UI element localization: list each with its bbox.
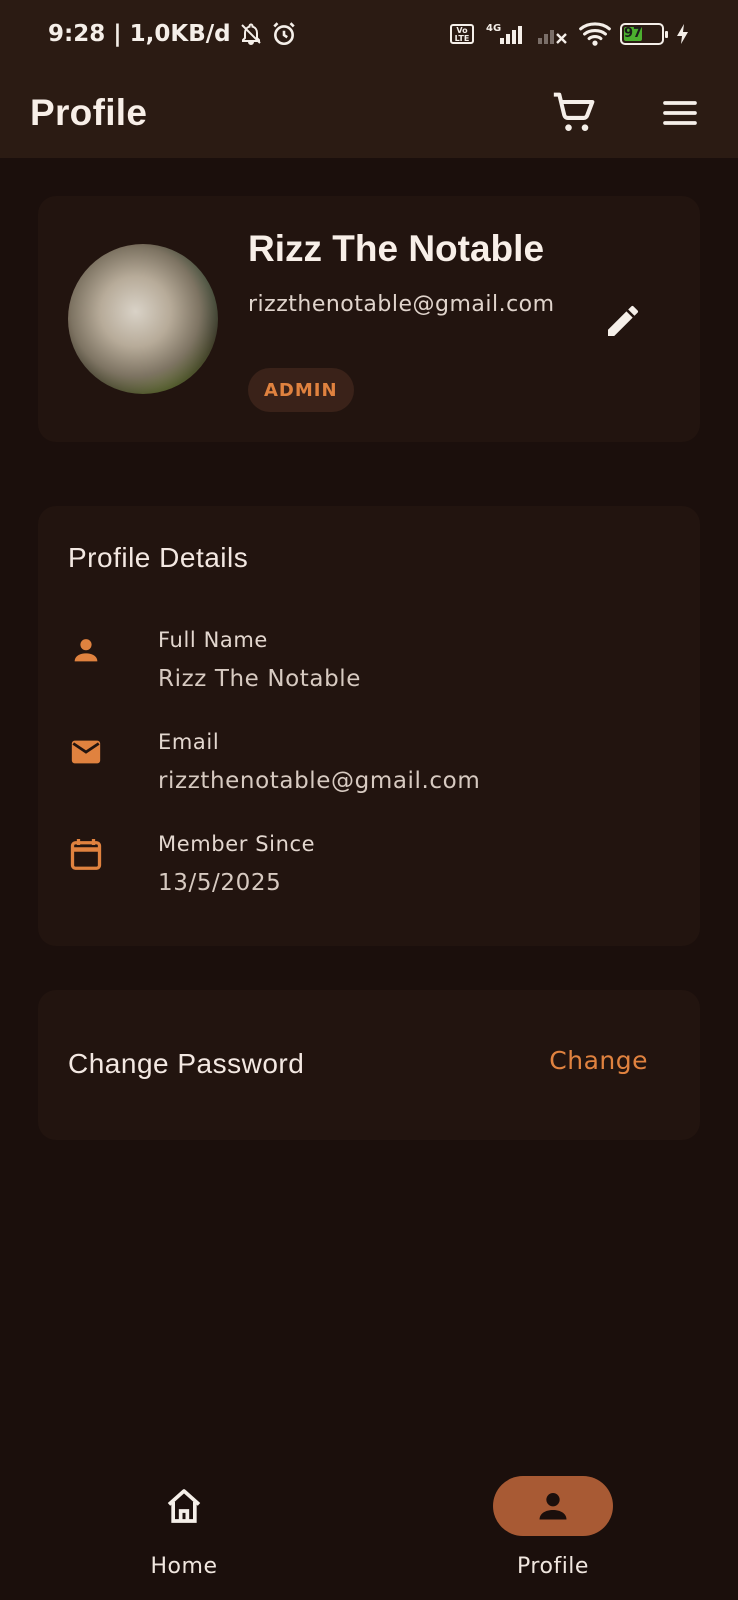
change-password-button[interactable]: Change (549, 1046, 648, 1075)
signal-off-icon (536, 22, 570, 46)
detail-label: Member Since (158, 832, 316, 856)
battery-level: 97 (624, 26, 643, 41)
battery-icon: 97 (620, 23, 668, 45)
network-label: 4G (486, 23, 501, 34)
volte-icon: Vo LTE (450, 24, 474, 44)
mail-icon (68, 734, 104, 770)
alarm-icon (271, 21, 297, 47)
person-icon (68, 632, 104, 668)
profile-name: Rizz The Notable (248, 228, 545, 269)
change-password-card: Change Password Change (38, 990, 700, 1140)
charging-icon (676, 23, 690, 45)
signal-icon: 4G (482, 22, 528, 46)
pencil-icon (608, 306, 638, 336)
detail-value: 13/5/2025 (158, 870, 282, 896)
cart-icon (553, 92, 595, 131)
detail-value: Rizz The Notable (158, 666, 362, 692)
bell-off-icon (239, 22, 263, 46)
section-title: Profile Details (68, 542, 249, 573)
bottom-nav: Home Profile (0, 1450, 738, 1600)
detail-label: Email (158, 730, 220, 754)
home-icon (167, 1489, 201, 1523)
nav-item-home[interactable]: Home (84, 1476, 284, 1586)
profile-card: Rizz The Notable rizzthenotable@gmail.co… (38, 196, 700, 442)
nav-item-profile[interactable]: Profile (453, 1476, 653, 1586)
edit-profile-button[interactable] (598, 296, 648, 346)
nav-label: Profile (517, 1554, 589, 1579)
menu-icon (663, 101, 697, 125)
nav-pill-active (493, 1476, 613, 1536)
profile-email: rizzthenotable@gmail.com (248, 292, 555, 317)
calendar-icon (68, 836, 104, 872)
avatar (68, 244, 218, 394)
nav-label: Home (150, 1554, 218, 1579)
profile-details-card: Profile Details Full Name Rizz The Notab… (38, 506, 700, 946)
status-left: 9:28 | 1,0KB/d (48, 21, 297, 47)
detail-label: Full Name (158, 628, 268, 652)
wifi-icon (578, 21, 612, 47)
app-bar: Profile (0, 68, 738, 158)
status-right: Vo LTE 4G 97 (450, 21, 690, 47)
cart-button[interactable] (546, 85, 602, 141)
menu-button[interactable] (652, 85, 708, 141)
status-time: 9:28 | 1,0KB/d (48, 21, 231, 47)
role-badge: ADMIN (248, 368, 354, 412)
page-title: Profile (30, 92, 148, 133)
nav-pill (124, 1476, 244, 1536)
change-password-label: Change Password (68, 1048, 305, 1079)
person-icon (539, 1493, 567, 1520)
detail-value: rizzthenotable@gmail.com (158, 768, 481, 794)
status-bar: 9:28 | 1,0KB/d Vo LTE 4G 97 (0, 0, 738, 68)
